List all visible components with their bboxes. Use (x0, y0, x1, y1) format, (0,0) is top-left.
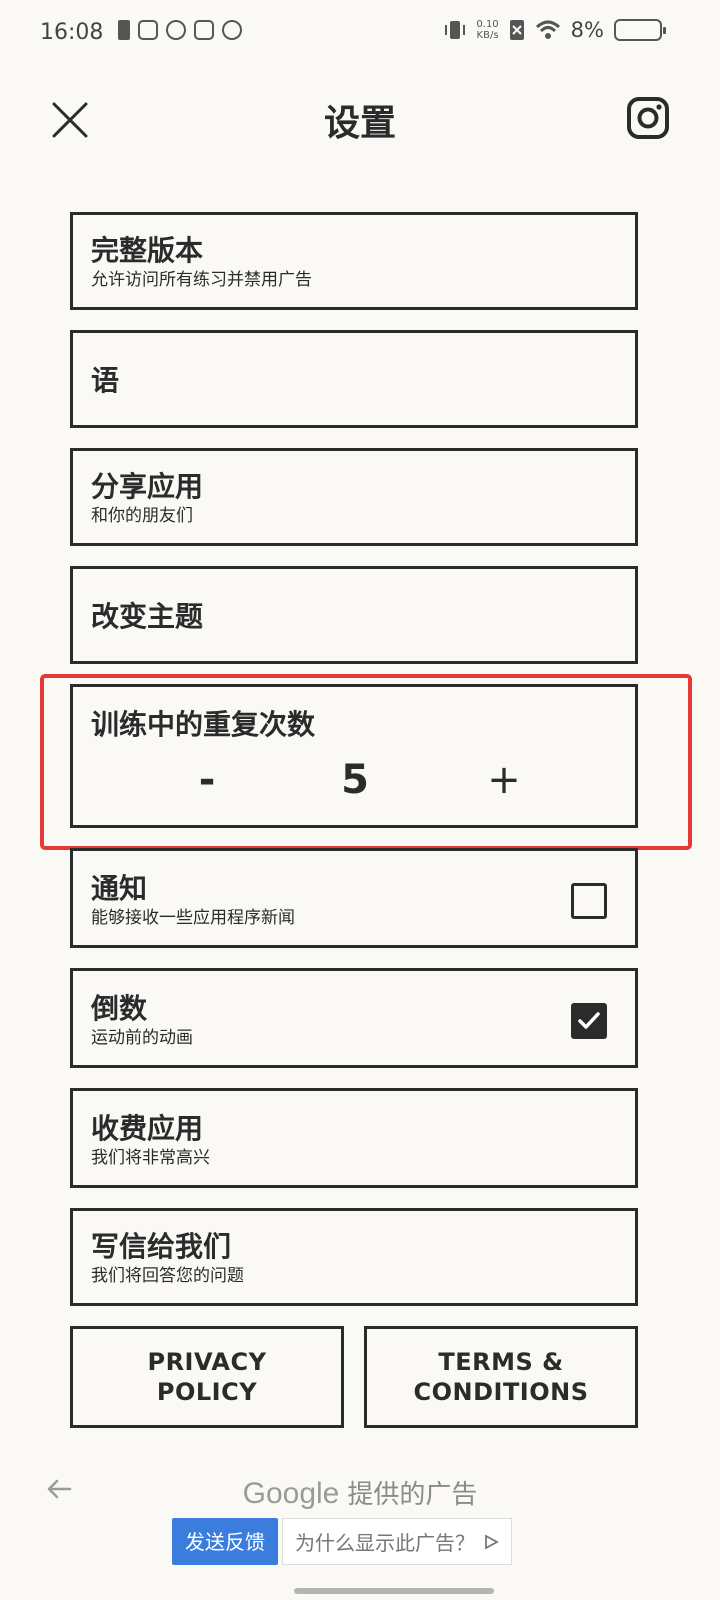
notification-icons (118, 20, 242, 40)
wifi-icon (535, 20, 560, 39)
terms-line-1: TERMS & (438, 1348, 564, 1376)
status-time: 16:08 (40, 20, 104, 45)
countdown-title: 倒数 (91, 992, 148, 1025)
google-logo: Google (242, 1477, 340, 1510)
link-icon (166, 20, 186, 40)
weibo-icon (222, 20, 242, 40)
checkmark-icon (578, 1012, 600, 1029)
privacy-line-1: PRIVACY (147, 1348, 267, 1376)
countdown-checkbox[interactable] (571, 1003, 607, 1039)
ad-choices-icon (485, 1533, 499, 1550)
notifications-subtitle: 能够接收一些应用程序新闻 (91, 908, 295, 928)
full-version-subtitle: 允许访问所有练习并禁用广告 (91, 270, 312, 290)
privacy-policy-button[interactable]: PRIVACY POLICY (70, 1326, 344, 1428)
terms-button[interactable]: TERMS & CONDITIONS (364, 1326, 638, 1428)
write-us-title: 写信给我们 (91, 1230, 232, 1263)
sim-icon (118, 20, 130, 40)
change-theme-item[interactable]: 改变主题 (70, 566, 638, 664)
privacy-line-2: POLICY (156, 1378, 258, 1406)
page-title: 设置 (323, 103, 396, 144)
notifications-title: 通知 (91, 872, 148, 905)
settings-screen: 16:08 0.10 KB/s 8% 设置 完整版本 允许访问所有练习并禁用广告… (0, 0, 720, 1600)
write-us-item[interactable]: 写信给我们 我们将回答您的问题 (70, 1208, 638, 1306)
why-this-ad-button[interactable]: 为什么显示此广告？ (282, 1518, 512, 1565)
ad-buttons: 发送反馈 为什么显示此广告？ (172, 1518, 512, 1565)
battery-percent: 8% (570, 18, 604, 42)
language-title: 语 (91, 364, 120, 397)
full-version-title: 完整版本 (91, 234, 204, 267)
app-notification-icon (138, 20, 158, 40)
no-sim-icon (509, 20, 524, 40)
countdown-subtitle: 运动前的动画 (91, 1028, 193, 1048)
vibrate-icon (445, 21, 466, 39)
network-speed: 0.10 KB/s (476, 19, 499, 41)
header: 设置 (0, 80, 720, 160)
write-us-subtitle: 我们将回答您的问题 (91, 1266, 244, 1286)
rate-app-item[interactable]: 收费应用 我们将非常高兴 (70, 1088, 638, 1188)
notifications-item[interactable]: 通知 能够接收一些应用程序新闻 (70, 848, 638, 948)
why-this-ad-label: 为什么显示此广告？ (295, 1531, 475, 1555)
rate-app-title: 收费应用 (91, 1112, 204, 1145)
system-icons: 0.10 KB/s 8% (444, 18, 666, 42)
full-version-item[interactable]: 完整版本 允许访问所有练习并禁用广告 (70, 212, 638, 310)
share-app-subtitle: 和你的朋友们 (91, 506, 193, 526)
terms-line-2: CONDITIONS (413, 1378, 589, 1406)
home-indicator (294, 1588, 494, 1594)
change-theme-title: 改变主题 (91, 600, 204, 633)
share-app-title: 分享应用 (91, 470, 204, 503)
status-bar: 16:08 0.10 KB/s 8% (0, 0, 720, 66)
rate-app-subtitle: 我们将非常高兴 (91, 1148, 210, 1168)
language-item[interactable]: 语 (70, 330, 638, 428)
ad-provided-text: 提供的广告 (347, 1480, 478, 1510)
send-feedback-button[interactable]: 发送反馈 (172, 1518, 278, 1565)
share-app-item[interactable]: 分享应用 和你的朋友们 (70, 448, 638, 546)
highlight-annotation (40, 674, 692, 850)
countdown-item[interactable]: 倒数 运动前的动画 (70, 968, 638, 1068)
instagram-icon[interactable] (626, 96, 670, 140)
ad-attribution: Google 提供的广告 (0, 1474, 720, 1511)
battery-icon (614, 19, 666, 41)
notifications-checkbox[interactable] (571, 883, 607, 919)
video-icon (194, 20, 214, 40)
